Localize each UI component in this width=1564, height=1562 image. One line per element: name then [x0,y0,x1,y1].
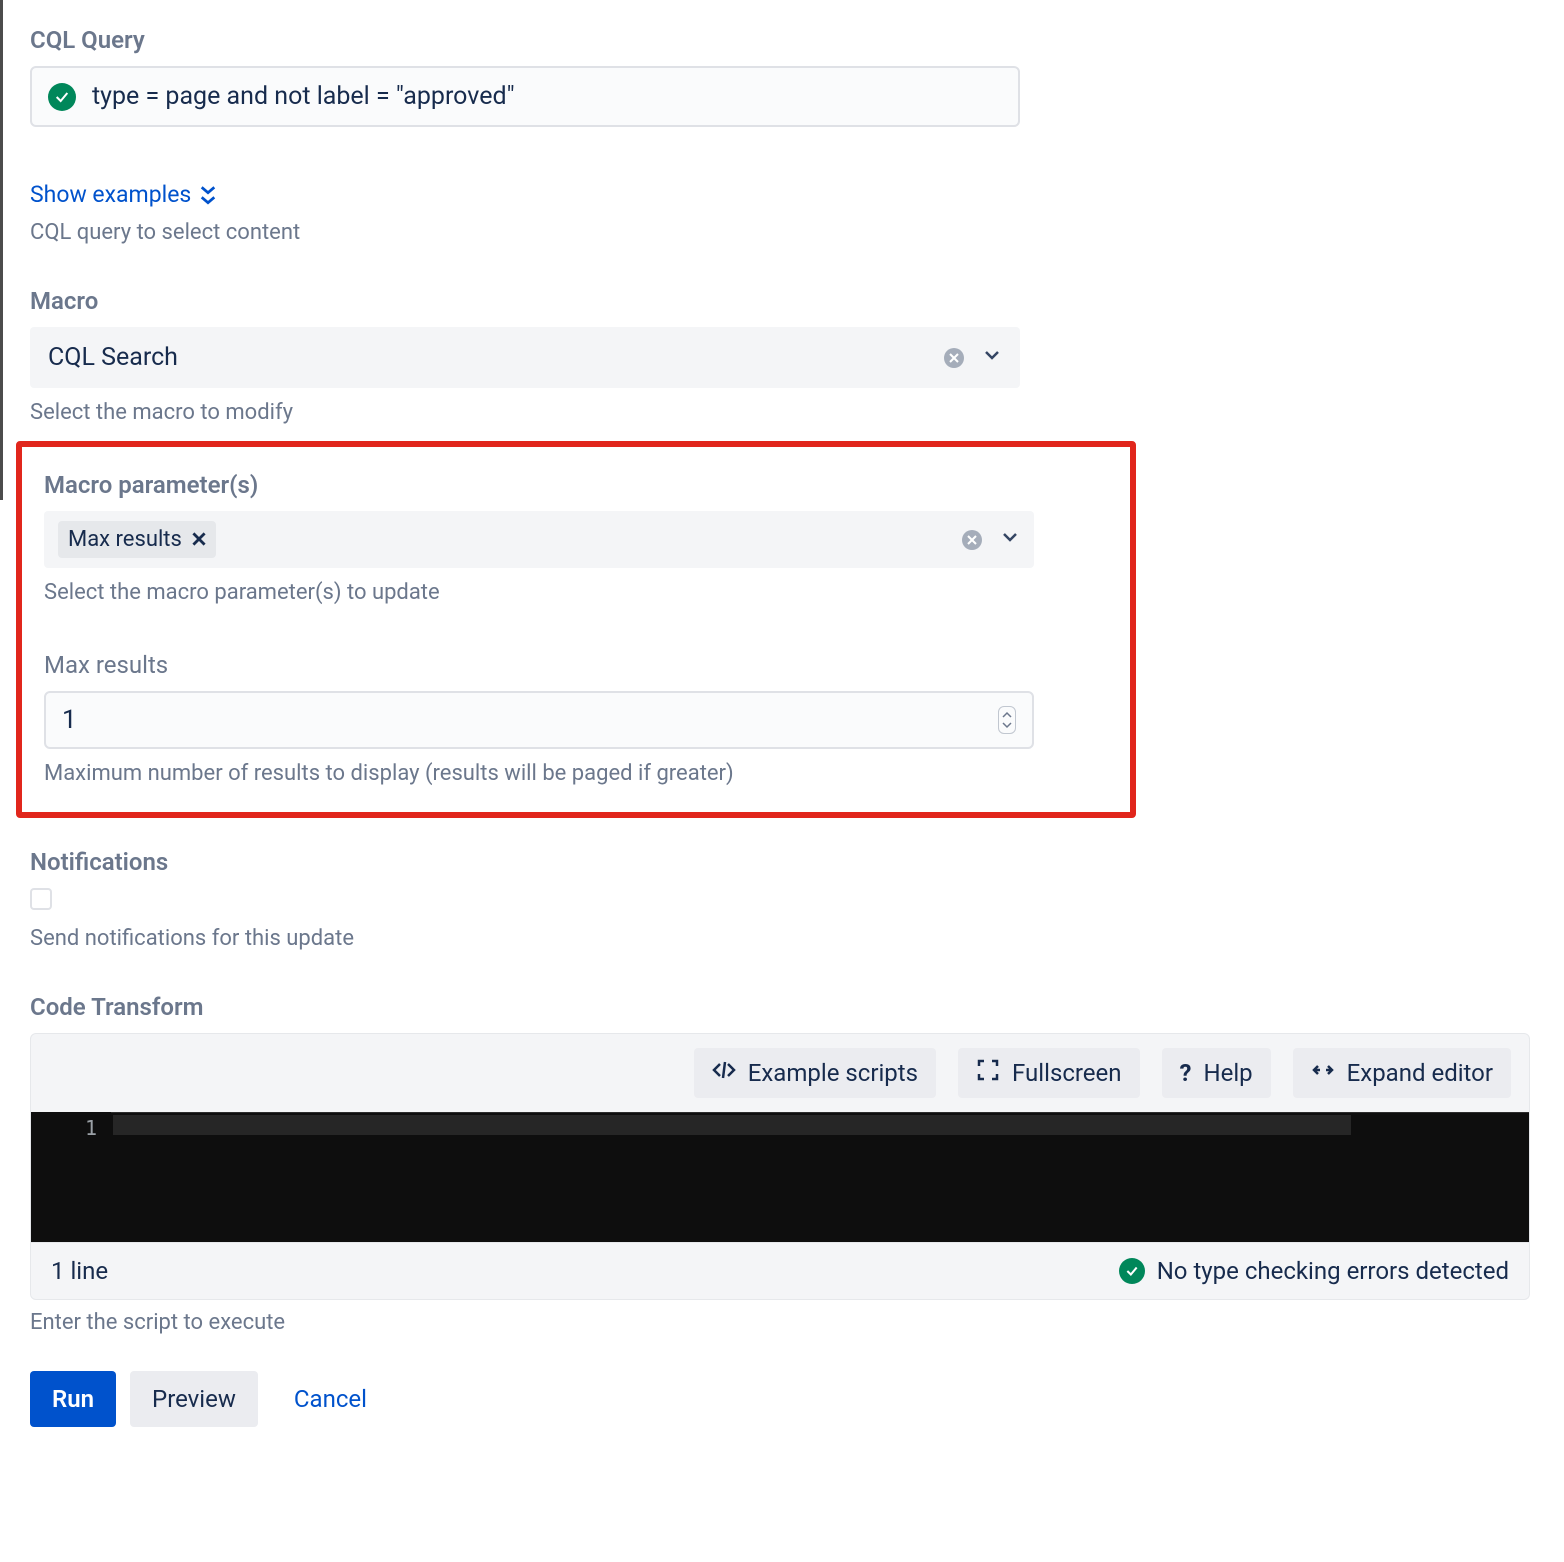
line-count: 1 line [51,1257,108,1285]
max-results-value: 1 [62,705,77,735]
code-body[interactable] [111,1112,1529,1242]
macro-params-label: Macro parameter(s) [44,471,1108,499]
param-chip-max-results[interactable]: Max results [58,521,216,558]
notifications-label: Notifications [30,848,1020,876]
max-results-label: Max results [44,651,1108,679]
macro-select[interactable]: CQL Search [30,327,1020,388]
notifications-checkbox[interactable] [30,888,52,910]
expand-label: Expand editor [1347,1059,1493,1087]
help-icon: ? [1180,1059,1192,1087]
chevron-double-down-icon [199,185,217,205]
horizontal-scrollbar[interactable] [113,1115,1351,1135]
line-number-gutter: 1 [31,1112,111,1242]
code-icon [712,1058,736,1088]
run-button[interactable]: Run [30,1371,116,1427]
cql-query-label: CQL Query [30,26,1020,54]
line-number: 1 [85,1116,97,1140]
fullscreen-button[interactable]: Fullscreen [958,1048,1139,1098]
macro-params-select[interactable]: Max results [44,511,1034,568]
show-examples-link[interactable]: Show examples [30,181,217,208]
macro-value: CQL Search [48,343,178,372]
max-results-input[interactable]: 1 [44,691,1034,749]
cql-helper: CQL query to select content [30,220,1020,245]
chevron-down-icon[interactable] [982,345,1002,370]
editor-status-bar: 1 line No type checking errors detected [30,1243,1530,1300]
cancel-button[interactable]: Cancel [272,1371,389,1427]
left-border-decoration [0,0,3,500]
editor-toolbar: Example scripts Fullscreen ? Help Expand… [31,1034,1529,1112]
action-buttons: Run Preview Cancel [30,1371,1534,1427]
param-chip-label: Max results [68,527,182,552]
remove-chip-icon[interactable] [192,527,206,552]
expand-editor-button[interactable]: Expand editor [1293,1048,1511,1098]
fullscreen-label: Fullscreen [1012,1059,1121,1087]
valid-icon [48,83,76,111]
code-editor-panel: Example scripts Fullscreen ? Help Expand… [30,1033,1530,1243]
check-circle-icon [1119,1258,1145,1284]
code-transform-label: Code Transform [30,993,1530,1021]
macro-helper: Select the macro to modify [30,400,1020,425]
expand-icon [1311,1058,1335,1088]
highlighted-region: Macro parameter(s) Max results Select th… [16,441,1136,818]
clear-icon[interactable] [944,348,964,368]
help-label: Help [1203,1059,1252,1087]
macro-label: Macro [30,287,1020,315]
help-button[interactable]: ? Help [1162,1048,1271,1098]
type-check-status: No type checking errors detected [1157,1257,1509,1285]
example-scripts-label: Example scripts [748,1059,918,1087]
code-helper: Enter the script to execute [30,1310,1530,1335]
cql-query-input[interactable]: type = page and not label = "approved" [30,66,1020,127]
max-results-helper: Maximum number of results to display (re… [44,761,1108,786]
notifications-helper: Send notifications for this update [30,926,1020,951]
macro-params-helper: Select the macro parameter(s) to update [44,580,1108,605]
chevron-down-icon[interactable] [1000,527,1020,552]
fullscreen-icon [976,1058,1000,1088]
show-examples-text: Show examples [30,181,191,208]
preview-button[interactable]: Preview [130,1371,258,1427]
example-scripts-button[interactable]: Example scripts [694,1048,936,1098]
number-stepper[interactable] [998,706,1016,734]
cql-query-value: type = page and not label = "approved" [92,82,515,111]
code-editor[interactable]: 1 [31,1112,1529,1242]
clear-icon[interactable] [962,530,982,550]
